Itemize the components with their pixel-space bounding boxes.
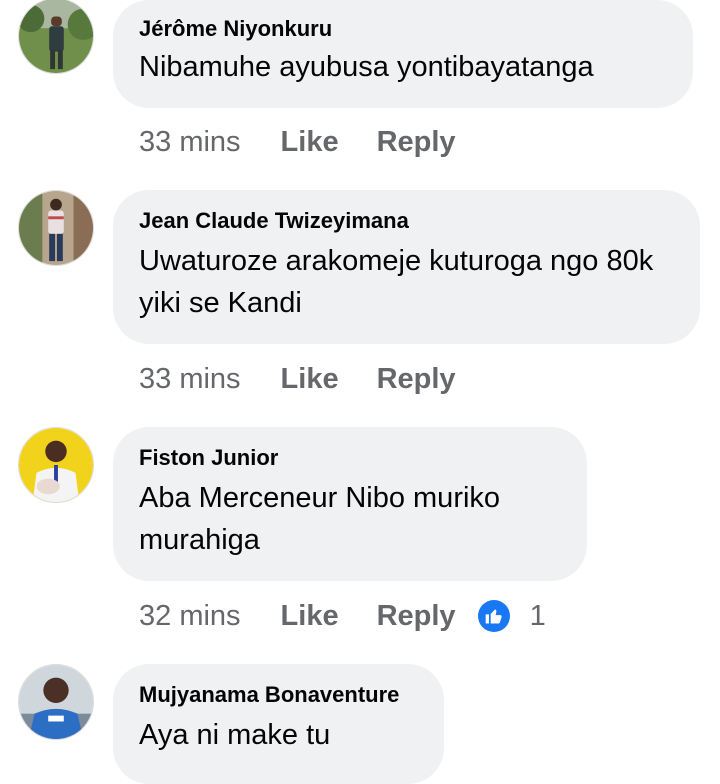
comment-author[interactable]: Fiston Junior [139,445,561,471]
comment-timestamp[interactable]: 33 mins [139,363,241,396]
profile-photo-icon [19,0,93,73]
comment-author[interactable]: Jean Claude Twizeyimana [139,208,674,234]
comment-actions: 33 mins Like Reply [139,122,456,162]
comment-bubble: Jean Claude Twizeyimana Uwaturoze arakom… [113,190,700,344]
profile-photo-icon [19,428,93,502]
comment-author[interactable]: Jérôme Niyonkuru [139,16,667,42]
comment-text: Nibamuhe ayubusa yontibayatanga [139,51,594,83]
comment-text: Aba Merceneur Nibo muriko murahiga [139,482,501,556]
comment-bubble: Mujyanama Bonaventure Aya ni make tu [113,664,444,784]
avatar[interactable] [18,664,94,740]
reply-button[interactable]: Reply [377,363,456,396]
thumbs-up-icon [477,600,510,632]
reaction-summary[interactable]: 1 [477,599,546,633]
comment-text: Aya ni make tu [139,719,331,751]
like-button[interactable]: Like [281,600,339,633]
comment-timestamp[interactable]: 32 mins [139,600,241,633]
avatar[interactable] [18,0,94,74]
reaction-count: 1 [529,599,546,632]
reply-button[interactable]: Reply [377,600,456,633]
comment-author[interactable]: Mujyanama Bonaventure [139,682,418,708]
comment-text: Uwaturoze arakomeje kuturoga ngo 80k yik… [139,245,654,319]
like-button[interactable]: Like [281,126,339,159]
profile-photo-icon [19,665,93,739]
avatar[interactable] [18,190,94,266]
comment-timestamp[interactable]: 33 mins [139,126,241,159]
avatar[interactable] [18,427,94,503]
comment-actions: 32 mins Like Reply 1 [139,596,546,636]
comment-bubble: Jérôme Niyonkuru Nibamuhe ayubusa yontib… [113,0,693,108]
like-button[interactable]: Like [281,363,339,396]
comment-bubble: Fiston Junior Aba Merceneur Nibo muriko … [113,427,587,581]
comment-actions: 33 mins Like Reply [139,359,456,399]
profile-photo-icon [19,191,93,265]
reply-button[interactable]: Reply [377,126,456,159]
